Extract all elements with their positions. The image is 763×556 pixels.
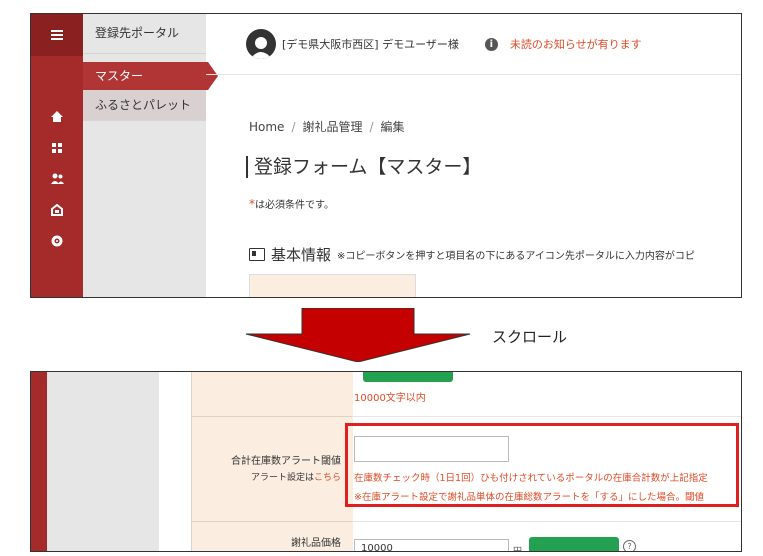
required-note: *は必須条件です。 bbox=[249, 196, 334, 211]
alert-settings-link[interactable]: こちら bbox=[314, 473, 341, 483]
portal-heading: 登録先ポータル bbox=[83, 14, 206, 54]
main-content: [デモ県大阪市西区] デモユーザー様 i 未読のお知らせが有ります Home / 謝… bbox=[206, 14, 741, 297]
price-unit: 円 bbox=[513, 547, 523, 552]
page-title: 登録フォーム【マスター】 bbox=[246, 156, 481, 178]
char-limit-note: 10000文字以内 bbox=[354, 393, 426, 404]
label-cell-alert: 合計在庫数アラート閾値 アラート設定はこちら bbox=[191, 417, 353, 522]
sidebar-item-master[interactable]: マスター bbox=[83, 62, 218, 90]
bottom-screenshot-panel: 10000文字以内 合計在庫数アラート閾値 アラート設定はこちら 在庫数チェック… bbox=[30, 371, 742, 552]
breadcrumb: Home / 謝礼品管理 / 編集 bbox=[249, 118, 405, 135]
users-icon bbox=[50, 173, 64, 184]
icon-sidebar-strip bbox=[31, 372, 47, 551]
alert-threshold-label-block: 合計在庫数アラート閾値 アラート設定はこちら bbox=[231, 454, 341, 486]
help-icon[interactable]: ? bbox=[623, 540, 636, 551]
section-note: ※コピーボタンを押すと項目名の下にあるアイコン先ポータルに入力内容がコピ bbox=[337, 251, 695, 262]
portal-sidebar-strip bbox=[47, 372, 159, 551]
id-card-icon bbox=[249, 248, 265, 261]
portal-icon bbox=[51, 203, 63, 216]
alert-threshold-label: 合計在庫数アラート閾値 bbox=[231, 456, 341, 467]
price-input[interactable]: 10000 bbox=[354, 539, 509, 551]
price-label: 謝礼品価格 bbox=[291, 538, 341, 549]
alert-settings-line: アラート設定はこちら bbox=[231, 470, 341, 486]
sidebar-item-furusato-palette[interactable]: ふるさとパレット bbox=[83, 90, 206, 121]
grid-nav[interactable] bbox=[31, 132, 83, 163]
icon-sidebar bbox=[31, 14, 83, 297]
settings-nav[interactable] bbox=[31, 225, 83, 256]
scroll-down-arrow-icon bbox=[245, 308, 471, 362]
breadcrumb-item-edit: 編集 bbox=[380, 120, 405, 134]
row-divider bbox=[352, 521, 741, 522]
user-avatar-icon bbox=[250, 37, 272, 59]
menu-toggle[interactable] bbox=[31, 14, 83, 56]
alert-settings-prefix: アラート設定は bbox=[250, 473, 314, 483]
menu-icon bbox=[51, 30, 63, 40]
label-cell-previous bbox=[191, 372, 353, 417]
avatar[interactable] bbox=[246, 29, 276, 59]
label-cell-price: 謝礼品価格 bbox=[191, 522, 353, 551]
breadcrumb-separator: / bbox=[369, 120, 374, 134]
portal-nav[interactable] bbox=[31, 194, 83, 225]
highlight-box bbox=[345, 423, 739, 507]
required-note-text: は必須条件です。 bbox=[255, 200, 334, 211]
section-basic-info: 基本情報 ※コピーボタンを押すと項目名の下にあるアイコン先ポータルに入力内容がコ… bbox=[249, 244, 695, 265]
breadcrumb-separator: / bbox=[291, 120, 296, 134]
price-green-button[interactable] bbox=[529, 537, 619, 551]
unread-notice-link[interactable]: 未読のお知らせが有ります bbox=[510, 36, 642, 52]
breadcrumb-home[interactable]: Home bbox=[249, 120, 284, 134]
green-button[interactable] bbox=[363, 372, 453, 382]
form-table: 10000文字以内 合計在庫数アラート閾値 アラート設定はこちら 在庫数チェック… bbox=[191, 372, 741, 551]
row-divider bbox=[352, 416, 741, 417]
home-nav[interactable] bbox=[31, 101, 83, 132]
form-table-top bbox=[249, 274, 416, 297]
section-title: 基本情報 bbox=[271, 246, 332, 264]
gear-icon bbox=[51, 235, 63, 246]
users-nav[interactable] bbox=[31, 163, 83, 194]
grid-icon bbox=[52, 142, 62, 153]
info-icon[interactable]: i bbox=[484, 37, 498, 51]
user-name: [デモ県大阪市西区] デモユーザー様 bbox=[282, 38, 459, 51]
breadcrumb-item-management[interactable]: 謝礼品管理 bbox=[302, 120, 362, 134]
top-header: [デモ県大阪市西区] デモユーザー様 i 未読のお知らせが有ります bbox=[206, 14, 741, 75]
scroll-label: スクロール bbox=[492, 328, 568, 346]
portal-sidebar: 登録先ポータル マスター ふるさとパレット bbox=[83, 14, 218, 297]
home-icon bbox=[51, 111, 63, 122]
top-screenshot-panel: 登録先ポータル マスター ふるさとパレット [デモ県大阪市西区] デモユーザー様… bbox=[30, 13, 742, 298]
